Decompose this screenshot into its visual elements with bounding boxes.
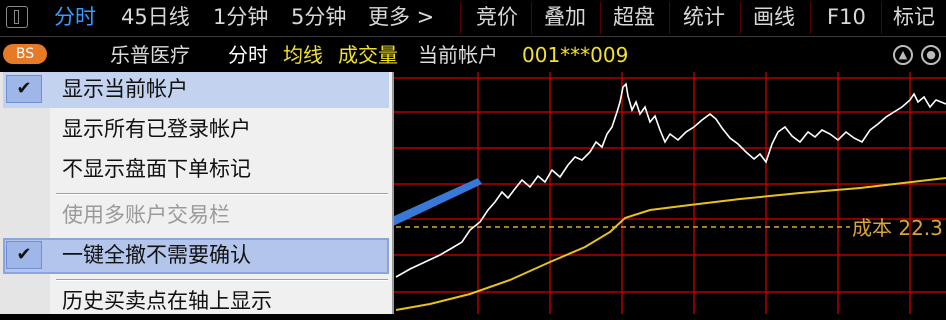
menu-divider (56, 280, 388, 281)
panel-toggle-icon[interactable] (6, 6, 28, 28)
toolbar-divider (669, 2, 670, 34)
tab-more[interactable]: 更多 > (368, 0, 434, 36)
menu-item-show-all-accounts[interactable]: 显示所有已登录帐户 (3, 112, 389, 148)
super-order-button[interactable]: 超盘 (613, 0, 655, 36)
menu-item-cancel-all-no-confirm[interactable]: ✔ 一键全撤不需要确认 (3, 238, 389, 274)
menu-item-history-points-on-axis[interactable]: 历史买卖点在轴上显示 (3, 284, 389, 320)
toolbar-divider (600, 2, 601, 34)
statistics-button[interactable]: 统计 (683, 0, 725, 36)
menu-item-label: 显示所有已登录帐户 (62, 117, 251, 141)
toolbar-divider (881, 2, 882, 34)
avg-line-legend: 均线 (283, 43, 323, 67)
draw-line-button[interactable]: 画线 (753, 0, 795, 36)
volume-legend: 成交量 (338, 43, 398, 67)
cost-label: 成本 22.3 (852, 216, 943, 240)
menu-gutter (0, 72, 50, 314)
tab-5-minute[interactable]: 5分钟 (291, 0, 346, 36)
tab-45-day-line[interactable]: 45日线 (121, 0, 190, 36)
check-icon: ✔ (16, 78, 32, 99)
auction-button[interactable]: 竞价 (476, 0, 518, 36)
stock-name: 乐普医疗 (110, 43, 190, 67)
settings-circle-icon[interactable]: ● (921, 45, 941, 65)
toolbar-divider (740, 2, 741, 34)
toolbar-divider (531, 2, 532, 34)
check-icon: ✔ (16, 244, 32, 265)
tab-1-minute[interactable]: 1分钟 (213, 0, 268, 36)
menu-item-label: 使用多账户交易栏 (62, 203, 230, 227)
mark-button[interactable]: 标记 (893, 0, 935, 36)
menu-item-label: 显示当前帐户 (62, 77, 188, 101)
checkbox: ✔ (6, 75, 42, 103)
menu-item-show-current-account[interactable]: ✔ 显示当前帐户 (3, 72, 389, 108)
menu-divider (56, 194, 388, 195)
menu-item-label: 历史买卖点在轴上显示 (62, 289, 272, 313)
toolbar-divider (810, 2, 811, 34)
f10-button[interactable]: F10 (827, 0, 866, 36)
tab-intraday[interactable]: 分时 (54, 0, 96, 36)
bs-badge[interactable]: BS (3, 44, 47, 64)
checkbox: ✔ (6, 241, 42, 269)
account-label: 当前帐户 (418, 43, 498, 67)
toolbar-divider (460, 2, 461, 34)
menu-item-label: 一键全撤不需要确认 (62, 243, 251, 267)
chart-mode: 分时 (228, 43, 268, 67)
menu-item-label: 不显示盘面下单标记 (62, 157, 251, 181)
account-context-menu: ✔ 显示当前帐户 显示所有已登录帐户 不显示盘面下单标记 使用多账户交易栏 ✔ … (0, 72, 394, 314)
account-id: 001***009 (522, 43, 629, 67)
menu-item-multi-account-bar: 使用多账户交易栏 (3, 198, 389, 234)
expand-up-icon[interactable]: ▲ (893, 45, 913, 65)
overlay-button[interactable]: 叠加 (544, 0, 586, 36)
top-toolbar: 分时 45日线 1分钟 5分钟 更多 > 竞价 叠加 超盘 统计 画线 F10 … (0, 0, 946, 37)
menu-item-hide-order-marks[interactable]: 不显示盘面下单标记 (3, 152, 389, 188)
